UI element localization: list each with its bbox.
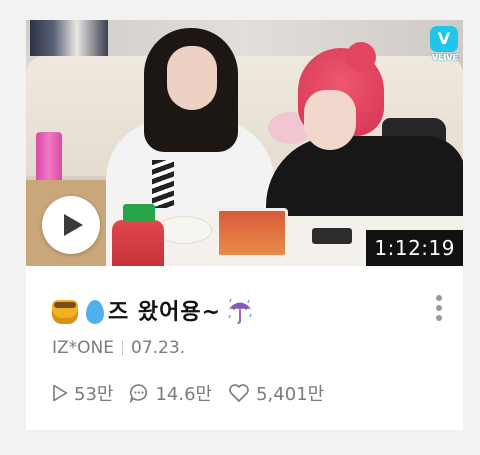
thumbnail-bottle-cap — [123, 204, 155, 222]
thumbnail-person-right-face — [304, 90, 356, 150]
thumbnail-person-left-face — [167, 46, 217, 110]
thumbnail-phone — [312, 228, 352, 244]
play-count-value: 53만 — [74, 384, 114, 405]
vlive-logo-text: VLIVE — [432, 53, 458, 62]
heart-outline-icon — [229, 384, 249, 402]
droplet-icon — [86, 300, 104, 324]
honey-pot-icon — [52, 300, 78, 324]
umbrella-with-rain-icon — [228, 298, 253, 324]
comment-count: 14.6만 — [129, 380, 212, 406]
thumbnail-bottle — [112, 220, 164, 266]
like-count-value: 5,401만 — [256, 384, 325, 405]
channel-name[interactable]: IZ*ONE — [52, 338, 114, 358]
video-meta: IZ*ONE 07.23. — [52, 338, 185, 358]
video-title-text: 즈 왔어용~ — [108, 300, 222, 325]
video-card[interactable]: V VLIVE 1:12:19 즈 왔어용~ IZ*ONE 07.23. 53만… — [26, 20, 463, 430]
vlive-logo-mark: V — [430, 26, 458, 52]
more-vertical-icon — [435, 295, 443, 321]
thumbnail-shirt-print — [152, 160, 174, 208]
comment-count-value: 14.6만 — [155, 384, 213, 405]
duration-badge: 1:12:19 — [366, 230, 463, 266]
thumbnail-plate — [156, 216, 212, 244]
video-thumbnail[interactable]: V VLIVE 1:12:19 — [26, 20, 463, 266]
video-title[interactable]: 즈 왔어용~ — [52, 290, 422, 330]
comment-bubble-icon — [130, 384, 148, 403]
thumbnail-person-right-bun — [346, 42, 376, 72]
thumbnail-food-box — [216, 208, 288, 258]
more-options-button[interactable] — [435, 295, 443, 327]
play-outline-icon — [53, 384, 68, 402]
play-count: 53만 — [52, 380, 113, 406]
play-icon — [64, 214, 83, 236]
meta-divider — [122, 340, 123, 356]
video-stats: 53만 14.6만 5,401만 — [52, 380, 340, 406]
thumbnail-clothes-rack — [30, 20, 108, 56]
vlive-logo: V VLIVE — [430, 26, 460, 64]
play-button[interactable] — [42, 196, 100, 254]
like-count: 5,401만 — [228, 380, 324, 406]
upload-date: 07.23. — [131, 338, 186, 358]
